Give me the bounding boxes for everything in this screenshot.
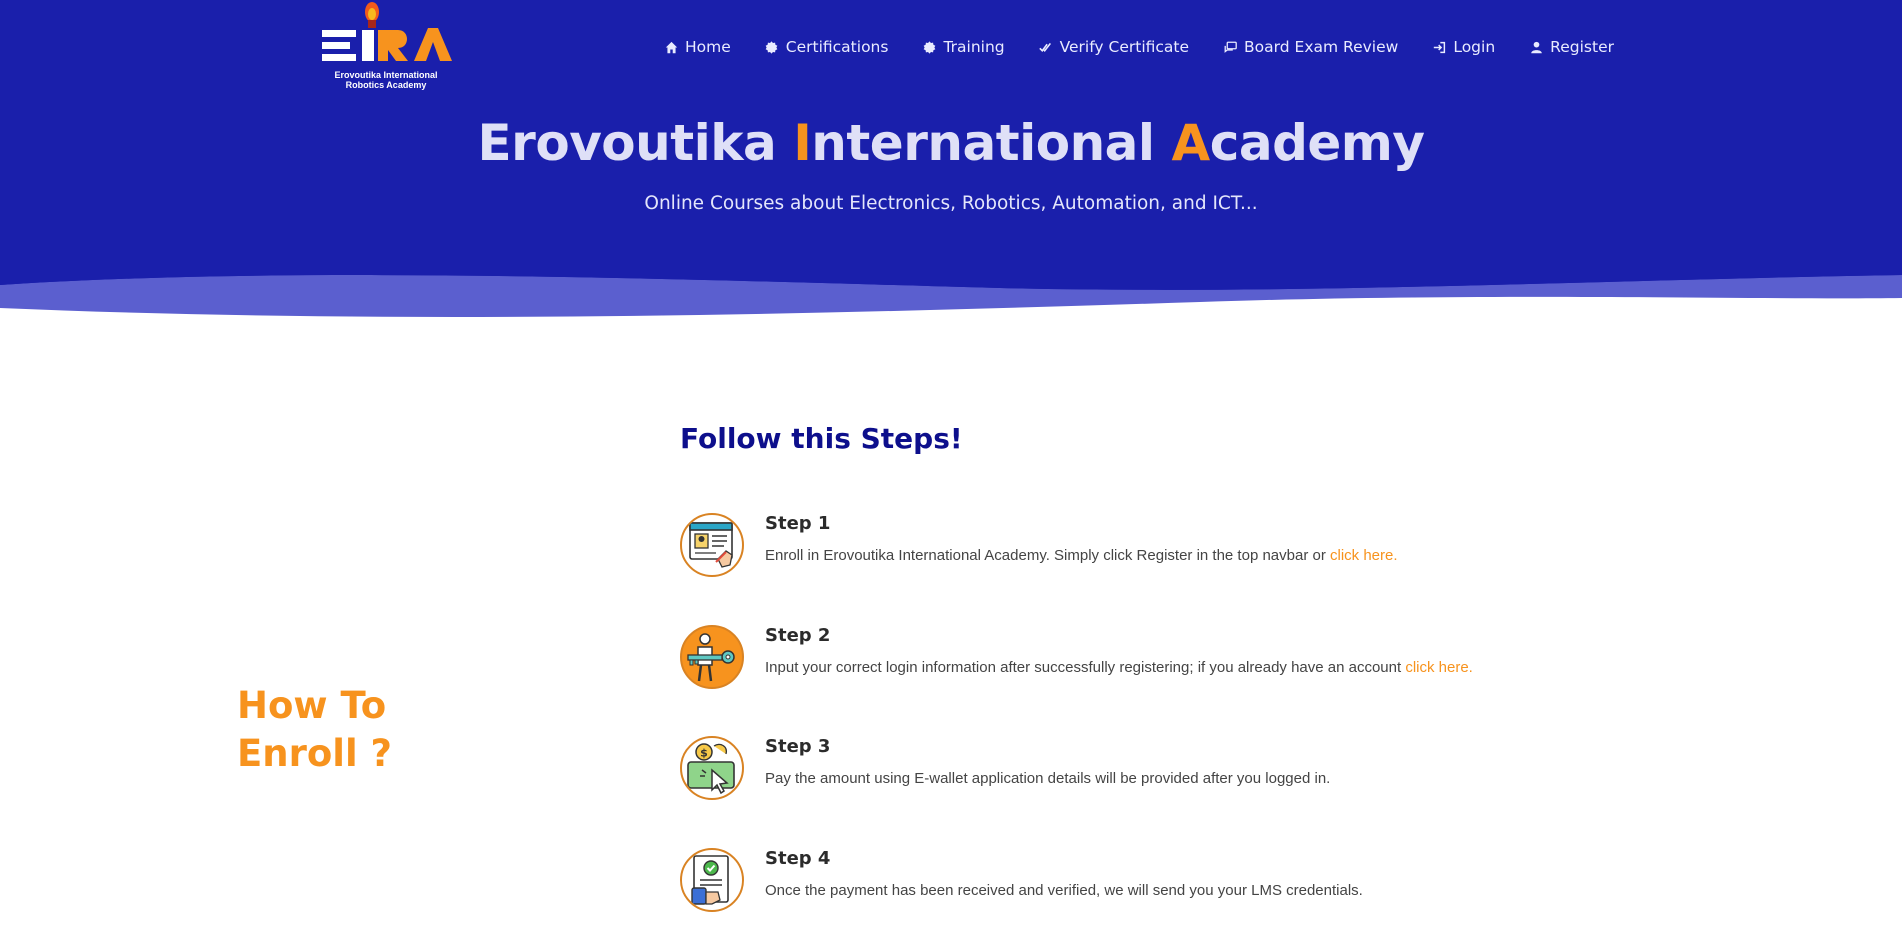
nav-board-exam-review-label: Board Exam Review [1244,38,1399,56]
step-1-register-link[interactable]: click here. [1330,547,1398,564]
badge-icon [765,40,779,54]
step-1-title: Step 1 [765,513,831,534]
badge-icon [922,40,936,54]
nav-verify-certificate-label: Verify Certificate [1059,38,1190,56]
how-to-line2: Enroll ? [237,732,392,775]
how-to-line1: How To [237,684,387,727]
double-check-icon [1039,40,1053,54]
top-navbar: Home Certifications Training Verify Cert… [664,38,1614,56]
nav-certifications[interactable]: Certifications [765,38,889,56]
step-2-text: Input your correct login information aft… [765,659,1406,676]
nav-register[interactable]: Register [1529,38,1614,56]
login-icon [1432,40,1446,54]
hero-title-accent2: A [1171,114,1210,172]
step-1-text: Enroll in Erovoutika International Acade… [765,547,1330,564]
nav-login[interactable]: Login [1432,38,1495,56]
step-3-title: Step 3 [765,736,831,757]
step-1: Step 1 Enroll in Erovoutika Internationa… [680,513,1580,583]
step-2-login-link[interactable]: click here. [1405,659,1473,676]
hero-title: Erovoutika International Academy [0,114,1902,172]
site-logo[interactable]: Erovoutika International Robotics Academ… [318,0,454,92]
nav-training-label: Training [943,38,1005,56]
how-to-enroll-heading: How To Enroll ? [237,682,497,778]
nav-board-exam-review[interactable]: Board Exam Review [1223,38,1398,56]
step-3: $ Step 3 Pay the amount using E-wallet a… [680,736,1580,806]
nav-home[interactable]: Home [664,38,731,56]
nav-verify-certificate[interactable]: Verify Certificate [1039,38,1189,56]
step-2: Step 2 Input your correct login informat… [680,625,1580,695]
login-key-icon [680,625,744,689]
step-3-text: Pay the amount using E-wallet applicatio… [765,770,1331,787]
payment-icon: $ [680,736,744,800]
step-3-description: Pay the amount using E-wallet applicatio… [765,770,1330,787]
nav-certifications-label: Certifications [785,38,889,56]
step-2-title: Step 2 [765,625,831,646]
step-4-title: Step 4 [765,848,831,869]
step-1-description: Enroll in Erovoutika International Acade… [765,547,1398,564]
hero-title-part2: nternational [811,114,1172,172]
hero-title-part1: Erovoutika [477,114,794,172]
step-4-description: Once the payment has been received and v… [765,882,1363,899]
logo-text-line1: Erovoutika International [334,70,438,80]
hero-title-accent1: I [793,114,812,172]
logo-mark-icon [322,2,452,61]
hero-wave [0,270,1902,350]
registration-form-icon [680,513,744,577]
home-icon [664,40,678,54]
step-4-text: Once the payment has been received and v… [765,882,1363,899]
hero-subtitle: Online Courses about Electronics, Roboti… [644,193,1258,214]
steps-heading: Follow this Steps! [680,422,963,455]
nav-register-label: Register [1550,38,1614,56]
chat-icon [1223,40,1237,54]
svg-text:$: $ [700,747,708,760]
step-4: Step 4 Once the payment has been receive… [680,848,1580,918]
nav-home-label: Home [685,38,731,56]
nav-training[interactable]: Training [922,38,1005,56]
user-icon [1529,40,1543,54]
verified-document-icon [680,848,744,912]
step-2-description: Input your correct login information aft… [765,659,1473,676]
hero-title-part3: cademy [1209,114,1425,172]
nav-login-label: Login [1453,38,1496,56]
logo-text-line2: Robotics Academy [345,80,427,90]
